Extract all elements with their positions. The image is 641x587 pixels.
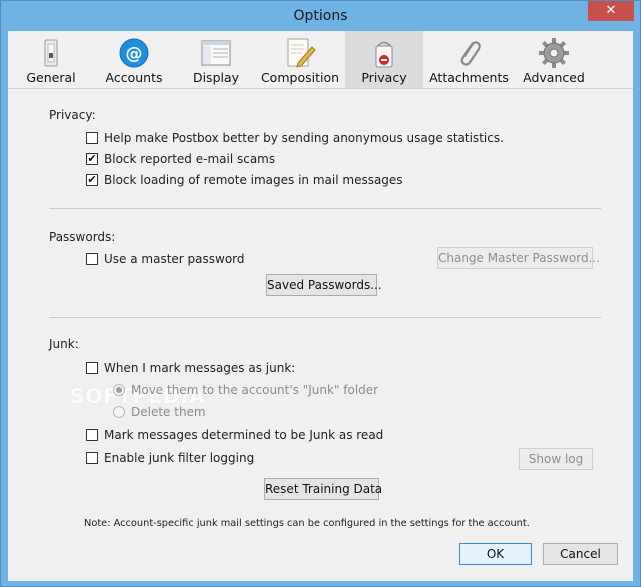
- master-password-checkbox[interactable]: [86, 253, 98, 265]
- tab-label: Composition: [260, 70, 340, 85]
- block-scams-label: Block reported e-mail scams: [104, 152, 276, 166]
- master-password-label: Use a master password: [104, 252, 245, 266]
- tab-advanced[interactable]: Advanced: [516, 31, 592, 88]
- svg-text:@: @: [126, 44, 143, 64]
- mark-as-read-label: Mark messages determined to be Junk as r…: [104, 428, 384, 442]
- tab-privacy[interactable]: Privacy: [345, 31, 423, 88]
- section-divider: [49, 317, 601, 318]
- gear-icon: [539, 38, 569, 68]
- mark-as-read-checkbox[interactable]: [86, 429, 98, 441]
- tab-label: Display: [192, 70, 240, 85]
- privacy-icon: [375, 41, 393, 68]
- usage-stats-checkbox[interactable]: [86, 132, 98, 144]
- tab-label: Privacy: [361, 70, 407, 85]
- title-bar[interactable]: Options ✕: [1, 1, 640, 31]
- display-icon: [201, 40, 231, 66]
- when-mark-junk-label: When I mark messages as junk:: [104, 361, 296, 375]
- change-master-password-button[interactable]: Change Master Password...: [437, 247, 600, 269]
- ok-button[interactable]: OK: [459, 543, 532, 565]
- close-button[interactable]: ✕: [588, 1, 634, 21]
- junk-logging-checkbox[interactable]: [86, 452, 98, 464]
- move-to-junk-label: Move them to the account's "Junk" folder: [131, 383, 379, 397]
- usage-stats-label: Help make Postbox better by sending anon…: [104, 131, 504, 145]
- block-remote-images-checkbox[interactable]: ✔: [86, 174, 98, 186]
- block-scams-checkbox[interactable]: ✔: [86, 153, 98, 165]
- switch-icon: [44, 39, 58, 67]
- preferences-toolbar: General @ Accounts Display Composition P…: [8, 31, 633, 89]
- block-remote-images-label: Block loading of remote images in mail m…: [104, 173, 403, 187]
- reset-training-data-button[interactable]: Reset Training Data: [264, 478, 382, 500]
- tab-accounts[interactable]: @ Accounts: [96, 31, 172, 88]
- composition-icon: [287, 38, 316, 68]
- tab-attachments[interactable]: Attachments: [428, 31, 510, 88]
- tab-label: Attachments: [429, 70, 509, 85]
- when-mark-junk-checkbox[interactable]: [86, 362, 98, 374]
- tab-display[interactable]: Display: [181, 31, 251, 88]
- delete-them-radio[interactable]: [113, 406, 125, 418]
- show-log-button[interactable]: Show log: [519, 448, 593, 470]
- junk-heading: Junk:: [49, 337, 79, 351]
- privacy-panel: SOFTPEDIA Privacy: Help make Postbox bet…: [14, 92, 626, 543]
- tab-label: Accounts: [105, 70, 163, 85]
- section-divider: [49, 208, 601, 209]
- tab-label: General: [26, 70, 76, 85]
- privacy-heading: Privacy:: [49, 108, 96, 122]
- tab-general[interactable]: General: [14, 31, 88, 88]
- at-icon: @: [119, 38, 149, 68]
- cancel-button[interactable]: Cancel: [543, 543, 618, 565]
- tab-label: Advanced: [523, 70, 585, 85]
- delete-them-label: Delete them: [131, 405, 206, 419]
- options-window: Options ✕ General @ Accounts Display Com…: [0, 0, 641, 587]
- saved-passwords-button[interactable]: Saved Passwords...: [266, 274, 382, 296]
- junk-settings-note: Note: Account-specific junk mail setting…: [84, 518, 530, 529]
- window-title: Options: [293, 8, 348, 24]
- passwords-heading: Passwords:: [49, 230, 116, 244]
- junk-logging-label: Enable junk filter logging: [104, 451, 255, 465]
- move-to-junk-radio[interactable]: [113, 384, 125, 396]
- dialog-client: General @ Accounts Display Composition P…: [8, 31, 633, 581]
- paperclip-icon: [460, 41, 481, 66]
- tab-composition[interactable]: Composition: [259, 31, 341, 88]
